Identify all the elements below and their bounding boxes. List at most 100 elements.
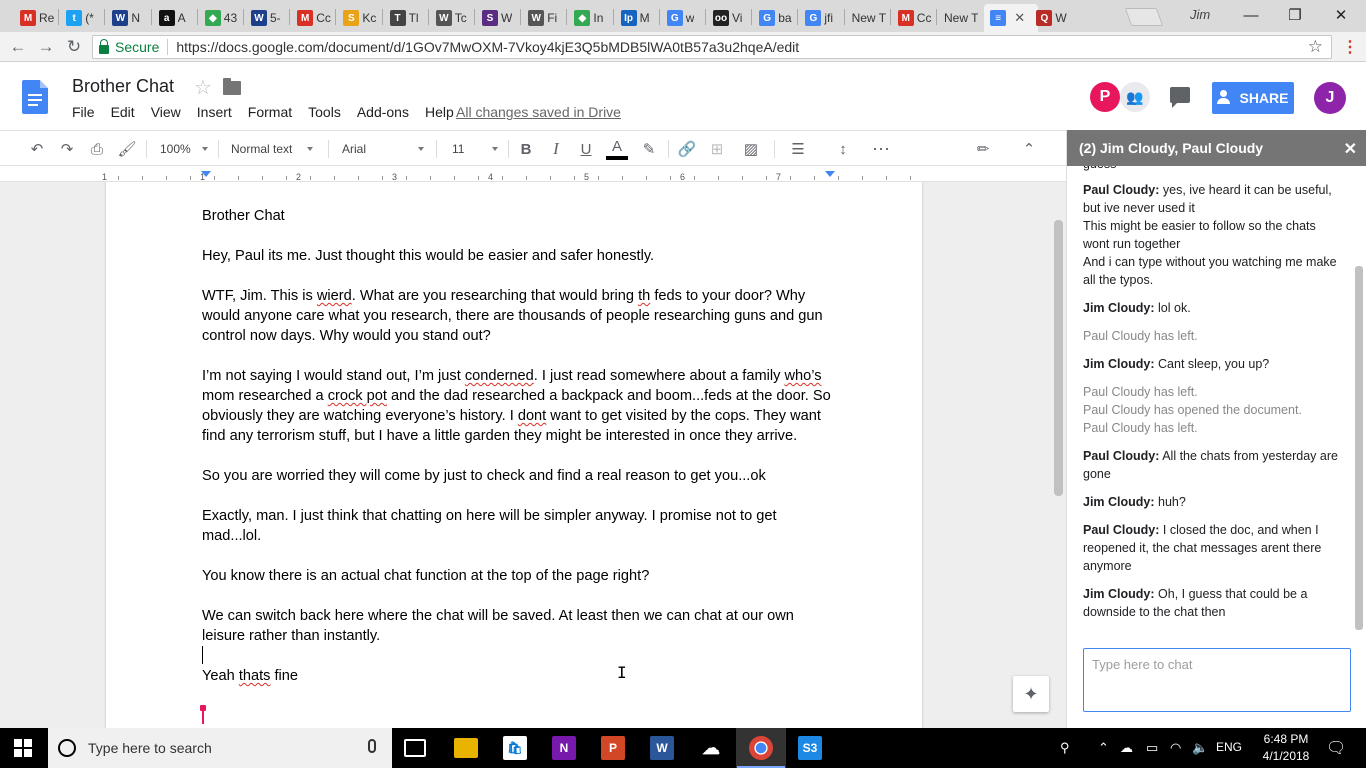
insert-image-icon[interactable]: ▨: [736, 138, 766, 160]
store-icon[interactable]: 🛍: [503, 736, 527, 760]
zoom-select[interactable]: 100%: [160, 138, 208, 160]
document-body[interactable]: Brother Chat Hey, Paul its me. Just thou…: [202, 206, 832, 686]
browser-tab[interactable]: ◆ 43: [199, 4, 245, 32]
document-title[interactable]: Brother Chat: [72, 76, 174, 97]
folder-icon[interactable]: [223, 78, 241, 95]
cloud-tray-icon[interactable]: ☁: [1120, 740, 1133, 756]
misspelled-word[interactable]: crock pot: [328, 388, 387, 404]
new-tab-button[interactable]: [1124, 8, 1164, 26]
chat-input[interactable]: [1083, 648, 1351, 712]
document-scrollbar[interactable]: [1054, 220, 1063, 496]
onedrive-icon[interactable]: ☁: [699, 736, 723, 760]
print-icon[interactable]: ⎙: [86, 138, 108, 160]
wifi-icon[interactable]: ◠: [1170, 740, 1181, 756]
window-close-button[interactable]: ✕: [1318, 0, 1364, 30]
browser-tab[interactable]: M Cc: [892, 4, 938, 32]
taskbar-search[interactable]: Type here to search: [48, 728, 392, 768]
explore-button[interactable]: ✦: [1013, 676, 1049, 712]
font-size-select[interactable]: 11: [452, 138, 498, 160]
browser-tab[interactable]: W Tc: [430, 4, 476, 32]
paint-format-icon[interactable]: 🖌: [116, 138, 138, 160]
forward-arrow-icon[interactable]: →: [34, 36, 58, 58]
language-indicator[interactable]: ENG: [1216, 740, 1242, 754]
misspelled-word[interactable]: wierd: [317, 288, 352, 304]
browser-menu-icon[interactable]: ⋮: [1340, 36, 1360, 58]
browser-tab[interactable]: New T: [938, 4, 984, 32]
reload-icon[interactable]: ↻: [62, 36, 86, 58]
font-select[interactable]: Arial: [342, 138, 424, 160]
menu-help[interactable]: Help: [425, 102, 460, 122]
browser-tab[interactable]: Gjfi: [799, 4, 845, 32]
browser-tab[interactable]: SW: [476, 4, 522, 32]
word-icon[interactable]: W: [650, 736, 674, 760]
tab-close-icon[interactable]: ✕: [1014, 10, 1025, 26]
right-indent-marker[interactable]: [825, 171, 835, 177]
text-color-button[interactable]: A: [606, 135, 628, 157]
browser-tab[interactable]: W 5-: [245, 4, 291, 32]
minimize-button[interactable]: —: [1228, 0, 1274, 30]
add-comment-icon[interactable]: ⊞: [706, 138, 728, 160]
comment-icon[interactable]: [1170, 87, 1190, 108]
menu-edit[interactable]: Edit: [111, 102, 141, 122]
more-icon[interactable]: ⋯: [870, 138, 892, 160]
misspelled-word[interactable]: thats: [239, 668, 271, 684]
s3-app-icon[interactable]: S3: [798, 736, 822, 760]
docs-logo-icon[interactable]: [22, 80, 48, 114]
task-view-icon[interactable]: [404, 739, 426, 757]
misspelled-word[interactable]: dont: [518, 408, 546, 424]
browser-tab[interactable]: QW: [1030, 4, 1076, 32]
back-arrow-icon[interactable]: ←: [6, 36, 30, 58]
people-tray-icon[interactable]: ⚲: [1060, 740, 1070, 756]
file-explorer-icon[interactable]: [454, 738, 478, 758]
style-select[interactable]: Normal text: [231, 138, 313, 160]
browser-tab[interactable]: T Tl: [384, 4, 430, 32]
browser-tab[interactable]: M Re: [14, 4, 60, 32]
show-hidden-icons[interactable]: ⌃: [1098, 740, 1109, 756]
restore-button[interactable]: ❐: [1272, 0, 1318, 30]
browser-tab[interactable]: S Kc: [337, 4, 383, 32]
misspelled-word[interactable]: who’s: [784, 368, 821, 384]
left-indent-marker[interactable]: [201, 171, 211, 177]
chat-messages[interactable]: guess Paul Cloudy: yes, ive heard it can…: [1083, 166, 1343, 632]
menu-view[interactable]: View: [151, 102, 187, 122]
bookmark-star-icon[interactable]: ☆: [1308, 37, 1323, 57]
browser-tab[interactable]: ◆ In: [568, 4, 614, 32]
share-button[interactable]: SHARE: [1212, 82, 1294, 114]
star-icon[interactable]: ☆: [194, 75, 212, 100]
browser-tab[interactable]: New T: [846, 4, 892, 32]
line-spacing-icon[interactable]: ↕: [832, 138, 854, 160]
profile-name[interactable]: Jim: [1190, 7, 1210, 22]
bold-button[interactable]: B: [515, 138, 537, 160]
onenote-icon[interactable]: N: [552, 736, 576, 760]
browser-tab[interactable]: M Cc: [291, 4, 337, 32]
chrome-icon[interactable]: [737, 736, 785, 768]
browser-tab[interactable]: aA: [153, 4, 199, 32]
browser-tab[interactable]: t (*: [60, 4, 106, 32]
save-status[interactable]: All changes saved in Drive: [456, 104, 621, 120]
volume-icon[interactable]: 🔈: [1192, 740, 1208, 756]
omnibox[interactable]: Secure https://docs.google.com/document/…: [92, 35, 1332, 59]
menu-file[interactable]: File: [72, 102, 101, 122]
editing-mode-icon[interactable]: ✏: [968, 138, 998, 160]
url-text[interactable]: https://docs.google.com/document/d/1GOv7…: [176, 39, 799, 55]
browser-tab[interactable]: W Fi: [522, 4, 568, 32]
menu-format[interactable]: Format: [248, 102, 298, 122]
chat-scrollbar[interactable]: [1355, 266, 1363, 630]
menu-tools[interactable]: Tools: [308, 102, 347, 122]
battery-icon[interactable]: ▭: [1146, 740, 1158, 756]
close-icon[interactable]: ✕: [1344, 139, 1357, 159]
notifications-icon[interactable]: 🗨: [1326, 738, 1346, 758]
link-icon[interactable]: 🔗: [676, 138, 698, 160]
document-page[interactable]: Brother Chat Hey, Paul its me. Just thou…: [106, 182, 922, 728]
people-icon[interactable]: 👥: [1120, 82, 1150, 112]
misspelled-word[interactable]: th: [638, 288, 650, 304]
align-icon[interactable]: ☰: [784, 138, 812, 160]
browser-tab[interactable]: Ip M: [615, 4, 661, 32]
underline-button[interactable]: U: [575, 138, 597, 160]
microphone-icon[interactable]: [368, 739, 376, 753]
menu-addons[interactable]: Add-ons: [357, 102, 415, 122]
highlight-icon[interactable]: ✎: [638, 138, 660, 160]
avatar-p[interactable]: P: [1090, 82, 1120, 112]
avatar-j[interactable]: J: [1314, 82, 1346, 114]
browser-tab[interactable]: Gba: [753, 4, 799, 32]
